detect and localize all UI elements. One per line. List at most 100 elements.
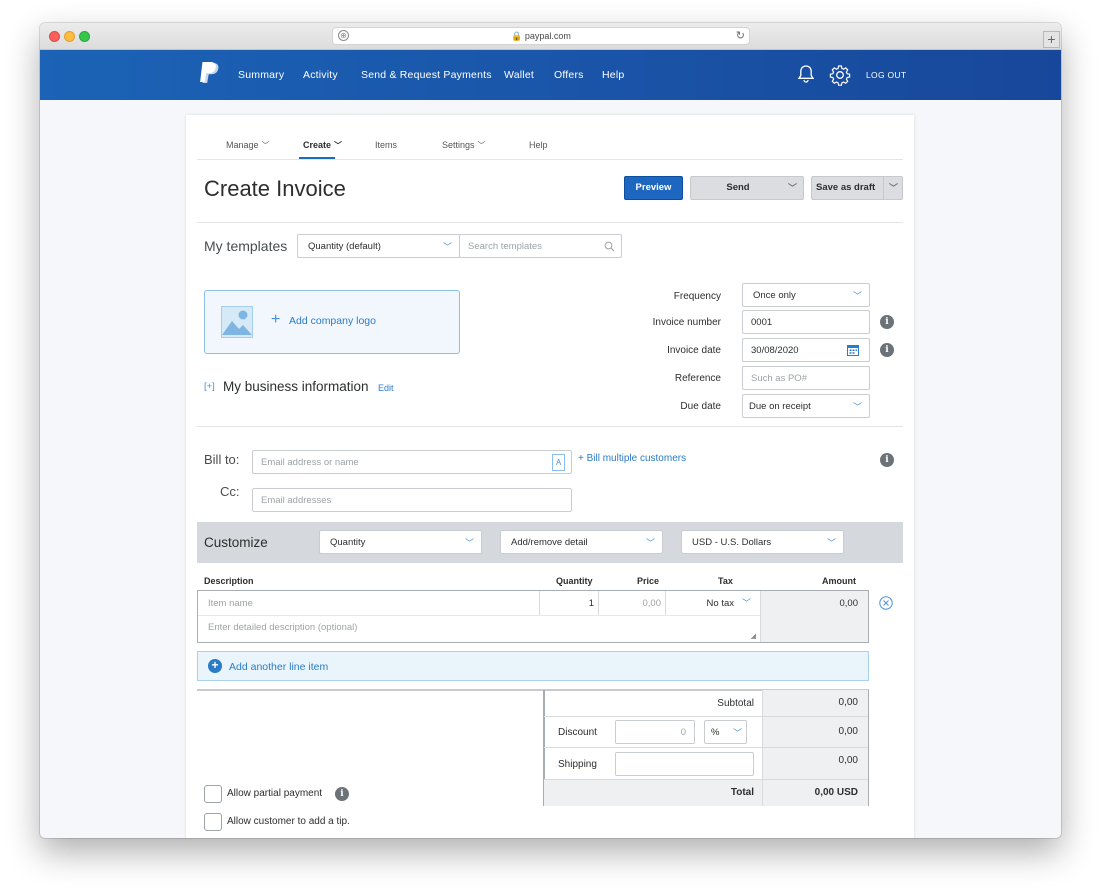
close-window-button[interactable]: [49, 31, 60, 42]
add-company-logo-box[interactable]: + Add company logo: [204, 290, 460, 354]
nav-offers[interactable]: Offers: [554, 69, 584, 81]
partial-payment-checkbox[interactable]: [204, 785, 222, 803]
quantity-select-value: Quantity: [330, 537, 366, 548]
template-select[interactable]: Quantity (default) ﹀: [297, 234, 460, 258]
template-select-value: Quantity (default): [308, 241, 381, 252]
divider: [198, 615, 760, 616]
nav-activity[interactable]: Activity: [303, 69, 338, 81]
item-tax-select[interactable]: No tax: [668, 598, 734, 609]
tip-checkbox[interactable]: [204, 813, 222, 831]
frequency-select[interactable]: Once only ﹀: [742, 283, 870, 307]
calendar-icon[interactable]: [847, 344, 859, 356]
search-icon: [604, 241, 615, 252]
column-description: Description: [204, 576, 254, 586]
item-amount-cell: 0,00: [760, 591, 868, 642]
paypal-header: Summary Activity Send & Request Payments…: [40, 50, 1061, 100]
nav-summary[interactable]: Summary: [238, 69, 284, 81]
subnav-create[interactable]: Create ﹀: [303, 140, 342, 151]
discount-value: 0,00: [762, 717, 868, 747]
url-text: 🔒 paypal.com: [511, 31, 571, 41]
add-company-logo-label: Add company logo: [289, 315, 376, 327]
subnav-settings[interactable]: Settings ﹀: [442, 140, 486, 151]
bill-to-input[interactable]: Email address or name A: [252, 450, 572, 474]
subnav-items[interactable]: Items: [375, 140, 397, 150]
reload-icon[interactable]: ↻: [736, 29, 745, 42]
invoice-date-input[interactable]: 30/08/2020: [742, 338, 870, 362]
chevron-down-icon[interactable]: ﹀: [788, 181, 797, 194]
column-price: Price: [637, 576, 660, 586]
paypal-logo-icon[interactable]: [199, 62, 219, 86]
frequency-label: Frequency: [673, 291, 721, 302]
send-button[interactable]: Send ﹀: [690, 176, 804, 200]
discount-input[interactable]: 0: [615, 720, 695, 744]
currency-select[interactable]: USD - U.S. Dollars ﹀: [681, 530, 844, 554]
reference-input[interactable]: Such as PO#: [742, 366, 870, 390]
save-draft-button[interactable]: Save as draft ﹀: [811, 176, 903, 200]
chevron-down-icon[interactable]: ﹀: [742, 596, 751, 609]
reference-label: Reference: [674, 373, 721, 384]
browser-window: ⊕ 🔒 paypal.com ↻ + Summary Activity Send…: [40, 23, 1061, 838]
detail-select[interactable]: Add/remove detail ﹀: [500, 530, 663, 554]
shipping-input[interactable]: [615, 752, 754, 776]
due-date-select[interactable]: Due on receipt ﹀: [742, 394, 870, 418]
subtotal-row: Subtotal 0,00: [544, 690, 868, 717]
subnav-help[interactable]: Help: [529, 140, 548, 150]
discount-unit-select[interactable]: % ﹀: [704, 720, 747, 744]
plus-icon: +: [271, 311, 281, 328]
due-date-value: Due on receipt: [749, 401, 811, 412]
item-quantity-input[interactable]: 1: [540, 598, 594, 609]
subnav-settings-label: Settings: [442, 140, 475, 150]
contacts-icon[interactable]: A: [552, 454, 565, 471]
nav-help[interactable]: Help: [602, 69, 624, 81]
nav-send-request-payments[interactable]: Send & Request Payments: [361, 69, 492, 81]
template-search-input[interactable]: Search templates: [459, 234, 622, 258]
total-row: Total 0,00 USD: [544, 780, 868, 806]
expand-icon[interactable]: [+]: [204, 381, 215, 392]
bell-icon[interactable]: [796, 64, 816, 84]
item-description-input[interactable]: Enter detailed description (optional): [208, 622, 357, 633]
item-price-input[interactable]: 0,00: [599, 598, 662, 609]
item-amount-value: 0,00: [839, 598, 859, 609]
gear-icon[interactable]: [829, 64, 851, 86]
subtotal-value: 0,00: [762, 690, 868, 716]
bill-multiple-customers-link[interactable]: + Bill multiple customers: [578, 453, 686, 464]
due-date-label: Due date: [680, 401, 721, 412]
logout-link[interactable]: LOG OUT: [866, 70, 906, 80]
info-icon[interactable]: i: [880, 453, 894, 467]
divider: [883, 177, 884, 199]
new-tab-button[interactable]: +: [1043, 31, 1060, 48]
divider: [665, 591, 666, 615]
image-icon: [221, 306, 253, 338]
invoice-number-input[interactable]: 0001: [742, 310, 870, 334]
info-icon[interactable]: i: [335, 787, 349, 801]
add-line-item-button[interactable]: + Add another line item: [197, 651, 869, 681]
minimize-window-button[interactable]: [64, 31, 75, 42]
nav-wallet[interactable]: Wallet: [504, 69, 534, 81]
cc-input[interactable]: Email addresses: [252, 488, 572, 512]
browser-titlebar: ⊕ 🔒 paypal.com ↻ +: [40, 23, 1061, 50]
invoice-date-label: Invoice date: [667, 345, 721, 356]
chevron-down-icon: ﹀: [732, 728, 742, 738]
quantity-select[interactable]: Quantity ﹀: [319, 530, 482, 554]
invoice-number-value: 0001: [751, 317, 773, 328]
address-bar[interactable]: ⊕ 🔒 paypal.com ↻: [332, 27, 750, 45]
remove-item-icon[interactable]: [879, 596, 893, 610]
divider: [197, 159, 903, 160]
preview-button[interactable]: Preview: [624, 176, 683, 200]
chevron-down-icon: ﹀: [334, 141, 343, 150]
subnav-manage[interactable]: Manage ﹀: [226, 140, 270, 151]
discount-unit-value: %: [711, 727, 720, 738]
maximize-window-button[interactable]: [79, 31, 90, 42]
invoice-number-label: Invoice number: [652, 317, 721, 328]
chevron-down-icon: ﹀: [852, 291, 862, 301]
resize-handle-icon[interactable]: ◢: [751, 632, 756, 640]
shipping-row: Shipping 0,00: [544, 748, 868, 780]
info-icon[interactable]: i: [880, 343, 894, 357]
page-title: Create Invoice: [204, 176, 346, 201]
invoice-date-value: 30/08/2020: [751, 345, 799, 356]
item-name-input[interactable]: Item name: [208, 598, 253, 609]
edit-business-info-link[interactable]: Edit: [378, 383, 394, 393]
chevron-down-icon[interactable]: ﹀: [889, 181, 898, 194]
bill-to-placeholder: Email address or name: [261, 457, 359, 468]
info-icon[interactable]: i: [880, 315, 894, 329]
